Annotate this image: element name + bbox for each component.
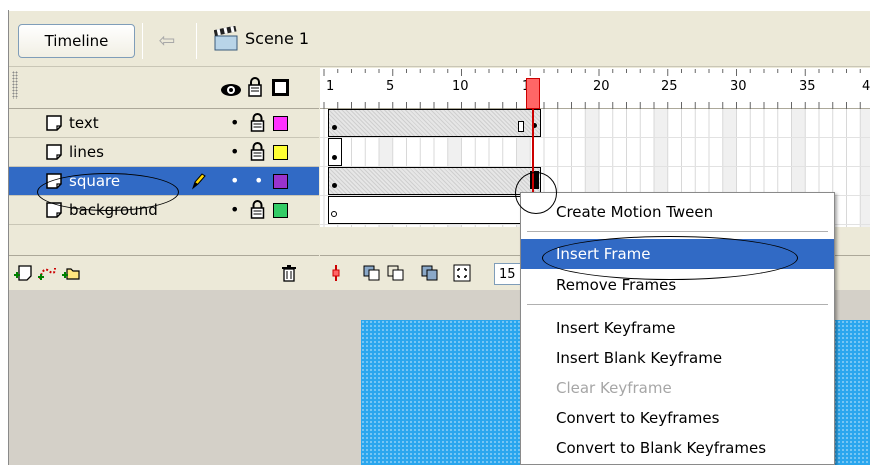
menu-item-create-motion-tween[interactable]: Create Motion Tween (521, 197, 834, 227)
scene-label[interactable]: Scene 1 (245, 29, 309, 48)
outline-toggle-icon[interactable] (272, 79, 289, 96)
menu-item-convert-to-blank-keyframes[interactable]: Convert to Blank Keyframes (521, 433, 834, 463)
layer-color-swatch[interactable] (273, 116, 288, 131)
insert-layer-icon[interactable] (13, 263, 33, 283)
keyframe-dot[interactable] (332, 125, 337, 130)
ruler-label: 35 (799, 79, 816, 94)
visible-dot-icon[interactable]: • (230, 142, 239, 161)
frame-row-text[interactable] (320, 109, 870, 138)
ruler-label: 20 (593, 79, 610, 94)
layer-buttons-bar (9, 255, 319, 289)
add-motion-guide-icon[interactable] (37, 263, 57, 283)
visible-dot-icon[interactable]: • (230, 171, 239, 190)
onion-skin-icon[interactable] (362, 263, 382, 283)
menu-separator (527, 304, 828, 305)
layer-page-icon (46, 115, 62, 131)
layer-name[interactable]: lines (69, 143, 104, 161)
menu-separator (527, 231, 828, 232)
trash-icon[interactable] (279, 263, 299, 283)
eye-icon[interactable] (220, 83, 242, 97)
visible-dot-icon[interactable]: • (230, 200, 239, 219)
layer-row-text[interactable]: text • (9, 109, 319, 138)
onion-skin-outlines-icon[interactable] (386, 263, 406, 283)
menu-item-clear-keyframe: Clear Keyframe (556, 379, 672, 397)
annotation-ellipse-insert-frame (542, 236, 798, 280)
layer-color-swatch[interactable] (273, 174, 288, 189)
panel-grip-icon[interactable] (12, 71, 18, 99)
keyframe-dot[interactable] (332, 183, 337, 188)
layer-color-swatch[interactable] (273, 203, 288, 218)
frame-span[interactable] (328, 196, 541, 224)
menu-item-insert-blank-keyframe[interactable]: Insert Blank Keyframe (521, 343, 834, 373)
ruler-label: 25 (661, 79, 678, 94)
lock-icon[interactable] (248, 77, 262, 97)
insert-layer-folder-icon[interactable] (61, 263, 81, 283)
annotation-circle-frame (515, 172, 557, 214)
ruler-label: 5 (386, 79, 395, 94)
frame-span[interactable] (328, 138, 342, 166)
ruler-label: 30 (730, 79, 747, 94)
toolbar-separator (142, 23, 143, 59)
toolbar-separator (196, 23, 197, 59)
scene-clapper-icon[interactable] (214, 26, 238, 52)
annotation-ellipse-square-layer (37, 173, 179, 211)
ruler-label: 1 (326, 79, 335, 94)
ruler-label: 4 (862, 79, 870, 94)
frame-span[interactable] (328, 109, 541, 137)
layer-name[interactable]: text (69, 114, 99, 132)
ruler-label: 10 (452, 79, 469, 94)
timeline-toolbar: Timeline ⇦ Scene 1 (9, 11, 870, 67)
menu-item-insert-keyframe[interactable]: Insert Keyframe (521, 313, 834, 343)
center-frame-icon[interactable] (326, 263, 346, 283)
frame-row-lines[interactable] (320, 138, 870, 167)
frame-span[interactable] (328, 167, 541, 195)
modify-onion-markers-icon[interactable] (452, 263, 472, 283)
keyframe-dot[interactable] (332, 155, 337, 160)
frame-ruler[interactable]: 1 5 10 15 20 25 30 35 4 (320, 68, 870, 109)
menu-item-convert-to-keyframes[interactable]: Convert to Keyframes (521, 403, 834, 433)
end-frame-marker[interactable] (518, 121, 524, 132)
edit-multiple-frames-icon[interactable] (420, 263, 440, 283)
layer-color-swatch[interactable] (273, 145, 288, 160)
playhead[interactable] (526, 78, 540, 109)
layer-row-lines[interactable]: lines • (9, 138, 319, 167)
layer-empty-area (9, 225, 319, 255)
lock-icon[interactable] (250, 200, 265, 219)
flash-window: Timeline ⇦ Scene 1 1 5 10 20 25 30 35 4 … (0, 0, 870, 465)
blank-keyframe-dot[interactable] (331, 211, 337, 217)
lock-icon[interactable] (250, 113, 265, 132)
layer-page-icon (46, 144, 62, 160)
visible-dot-icon[interactable]: • (230, 113, 239, 132)
lock-icon[interactable] (250, 142, 265, 161)
back-arrow-icon[interactable]: ⇦ (154, 29, 180, 51)
unlocked-dot-icon[interactable]: • (254, 171, 263, 190)
context-menu: Create Motion Tween Insert Frame Remove … (520, 192, 835, 465)
pencil-icon (191, 173, 206, 190)
timeline-button[interactable]: Timeline (18, 24, 135, 58)
